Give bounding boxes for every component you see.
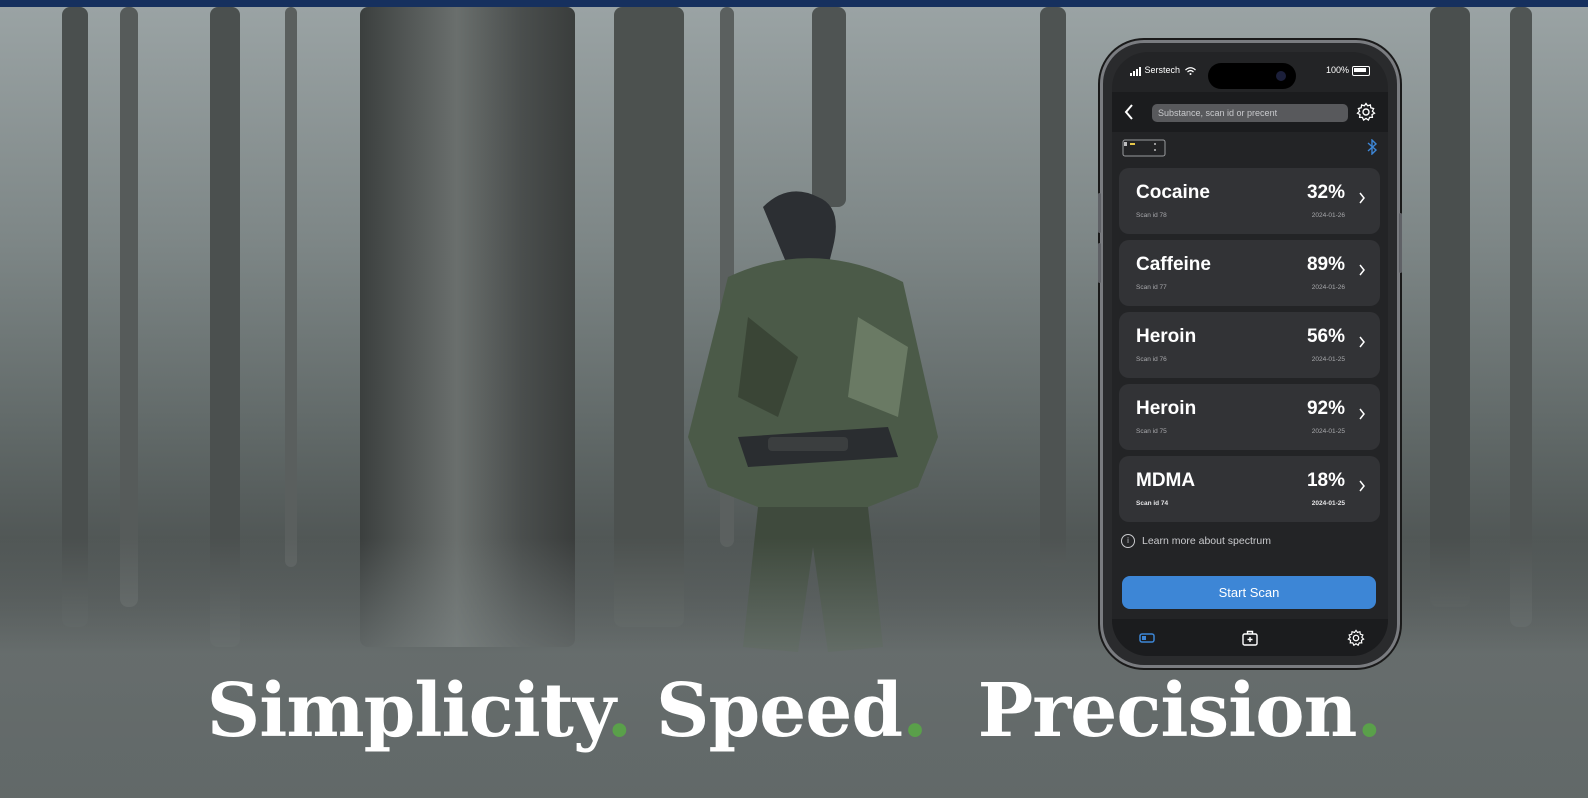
headline-word-precision: Precision (977, 668, 1358, 754)
chevron-right-icon (1359, 480, 1365, 492)
scan-id: Scan id 74 (1136, 500, 1169, 507)
scan-date: 2024-01-25 (1311, 500, 1345, 507)
tree-trunk (285, 7, 297, 567)
match-percent: 92% (1306, 398, 1345, 419)
headline-word-simplicity: Simplicity (206, 668, 608, 754)
headline-dot: . (902, 668, 928, 754)
signal-icon (1130, 66, 1142, 76)
chevron-right-icon (1359, 336, 1365, 348)
app-navbar: Substance, scan id or precent (1112, 92, 1388, 132)
substance-name: Cocaine (1136, 182, 1210, 203)
substance-name: MDMA (1136, 470, 1196, 491)
phone-side-button (1098, 193, 1101, 233)
scan-id: Scan id 76 (1136, 356, 1167, 363)
learn-more-label: Learn more about spectrum (1142, 534, 1271, 547)
tree-trunk (1040, 7, 1066, 567)
scan-date: 2024-01-26 (1311, 284, 1345, 291)
scan-card[interactable]: Cocaine Scan id 78 32% 2024-01-26 (1119, 168, 1380, 234)
device-bar (1112, 132, 1388, 162)
headline-dot: . (1356, 668, 1382, 754)
headline-word-speed: Speed (656, 668, 903, 754)
hero-headline: Simplicity. Speed. Precision. (0, 668, 1588, 754)
scan-id: Scan id 75 (1136, 428, 1167, 435)
scan-id: Scan id 78 (1136, 212, 1167, 219)
battery-label: 100% (1325, 65, 1349, 75)
tree-trunk (62, 7, 88, 627)
headline-dot: . (606, 668, 632, 754)
tab-bar (1112, 619, 1388, 656)
dynamic-island (1208, 63, 1296, 89)
info-icon: i (1121, 534, 1135, 548)
match-percent: 89% (1306, 254, 1345, 275)
tree-trunk (1510, 7, 1532, 627)
tree-trunk (120, 7, 138, 607)
scan-card[interactable]: MDMA Scan id 74 18% 2024-01-25 (1119, 456, 1380, 522)
scan-card[interactable]: Heroin Scan id 76 56% 2024-01-25 (1119, 312, 1380, 378)
match-percent: 18% (1306, 470, 1345, 491)
substance-name: Caffeine (1136, 254, 1211, 275)
wifi-icon (1184, 66, 1196, 75)
substance-name: Heroin (1136, 398, 1197, 419)
phone-side-button (1098, 243, 1101, 283)
device-icon[interactable] (1122, 139, 1166, 157)
top-bar (0, 0, 1588, 7)
scan-date: 2024-01-25 (1311, 356, 1345, 363)
chevron-right-icon (1359, 264, 1365, 276)
match-percent: 56% (1306, 326, 1345, 347)
phone-screen: Serstech 100% Substance, scan id or prec… (1112, 52, 1388, 656)
tree-trunk (812, 7, 846, 207)
camera-icon (1276, 71, 1286, 81)
scan-date: 2024-01-26 (1311, 212, 1345, 219)
bluetooth-icon[interactable] (1366, 139, 1378, 155)
substance-name: Heroin (1136, 326, 1197, 347)
medkit-tab-icon[interactable] (1241, 629, 1259, 647)
scan-date: 2024-01-25 (1311, 428, 1345, 435)
scan-card[interactable]: Heroin Scan id 75 92% 2024-01-25 (1119, 384, 1380, 450)
search-input[interactable]: Substance, scan id or precent (1152, 104, 1348, 122)
learn-more-link[interactable]: i Learn more about spectrum (1121, 534, 1271, 548)
gear-icon[interactable] (1356, 102, 1376, 122)
battery-icon (1352, 65, 1370, 76)
status-battery: 100% (1326, 65, 1370, 76)
tree-trunk (1430, 7, 1470, 607)
scan-id: Scan id 77 (1136, 284, 1167, 291)
match-percent: 32% (1306, 182, 1345, 203)
phone-side-button (1399, 213, 1402, 273)
chevron-right-icon (1359, 408, 1365, 420)
scanner-tab-icon[interactable] (1138, 629, 1156, 647)
back-icon[interactable] (1124, 104, 1134, 122)
phone-mockup: Serstech 100% Substance, scan id or prec… (1098, 40, 1402, 668)
chevron-right-icon (1359, 192, 1365, 204)
start-scan-button[interactable]: Start Scan (1122, 576, 1376, 609)
carrier-label: Serstech (1144, 65, 1181, 75)
scan-card[interactable]: Caffeine Scan id 77 89% 2024-01-26 (1119, 240, 1380, 306)
settings-tab-icon[interactable] (1347, 629, 1365, 647)
status-carrier: Serstech (1130, 65, 1196, 76)
